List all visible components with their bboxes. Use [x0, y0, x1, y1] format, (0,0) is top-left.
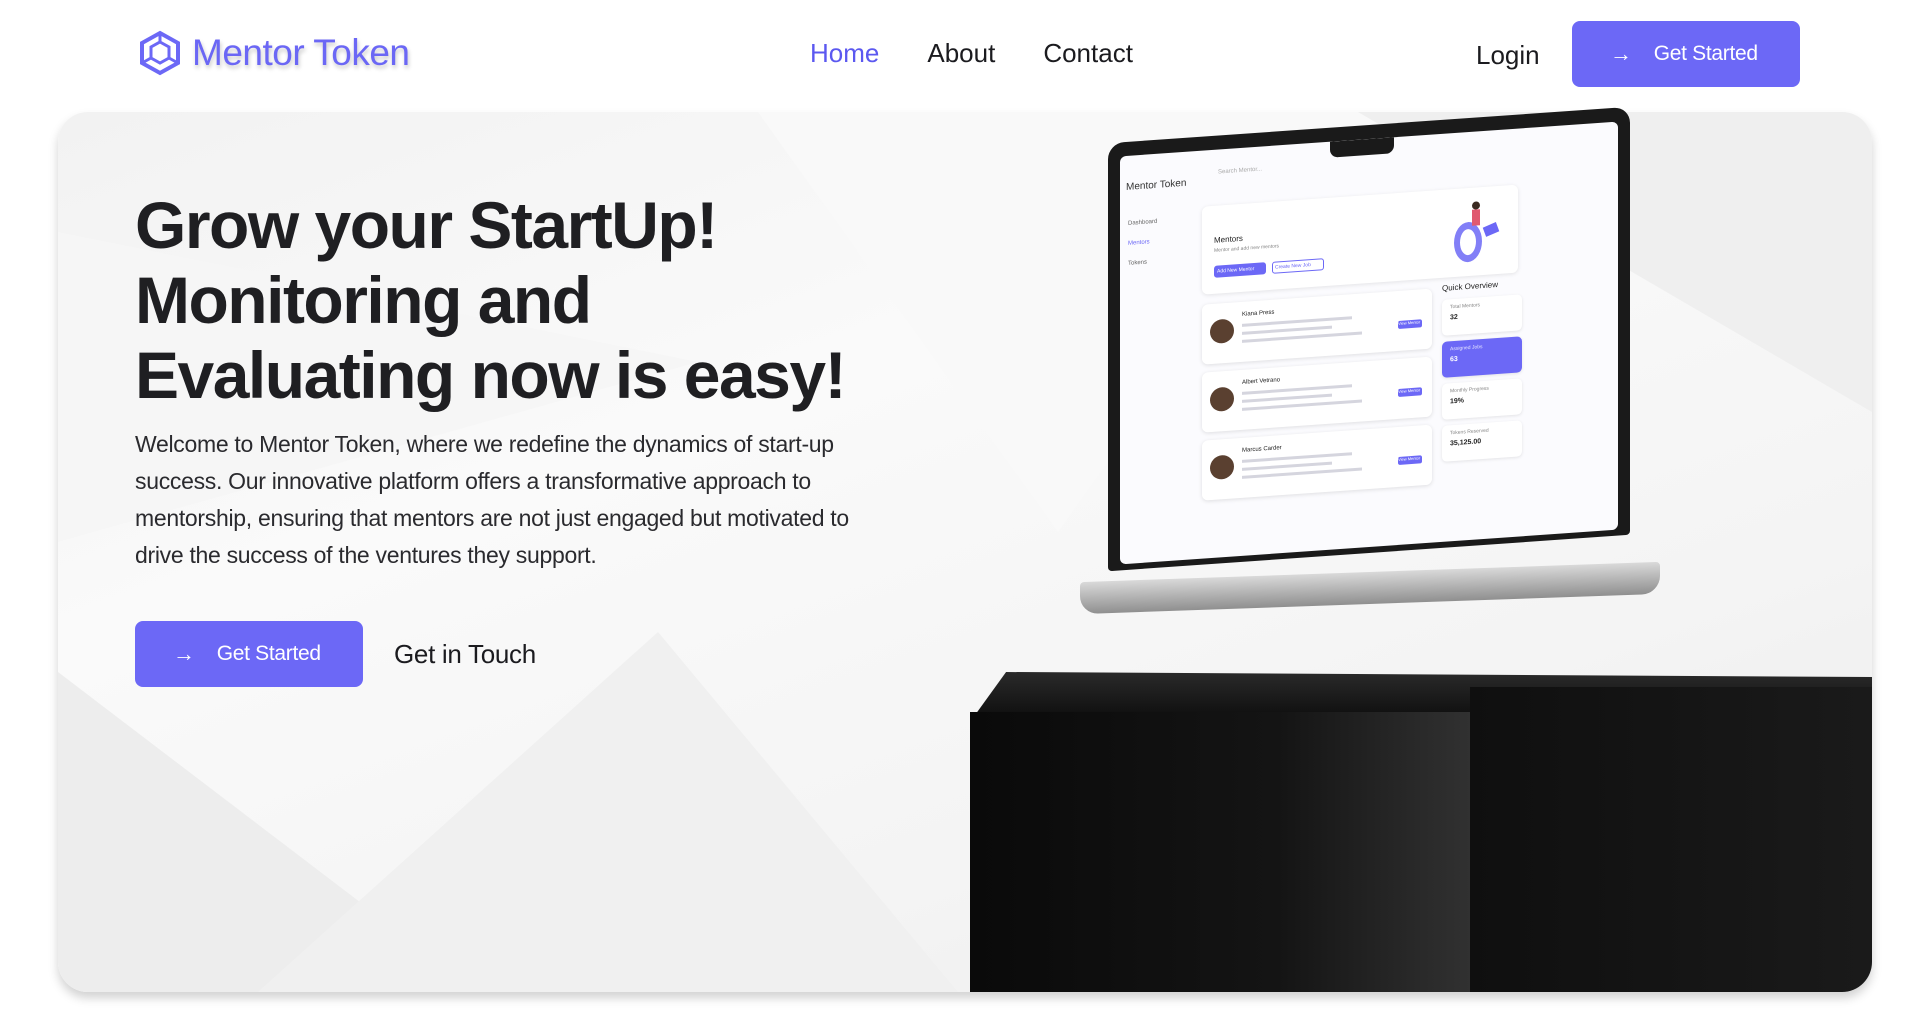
hero-description: Welcome to Mentor Token, where we redefi…	[135, 431, 849, 568]
mockup-sidebar-item: Mentors	[1128, 239, 1150, 247]
laptop-mockup: Mentor Token Search Mentor... Dashboard …	[1108, 106, 1630, 572]
main-nav: Home About Contact	[810, 38, 1133, 69]
button-label: Get Started	[216, 642, 321, 665]
mockup-view-button: View Mentor	[1398, 455, 1422, 465]
headline-line: Evaluating now is easy!	[135, 338, 847, 412]
stat-value: 32	[1450, 313, 1458, 322]
mockup-banner-title: Mentors	[1214, 233, 1243, 245]
mockup-stat: Monthly Progress 19%	[1442, 378, 1522, 420]
mockup-stat: Assigned Jobs 63	[1442, 336, 1522, 378]
mockup-sidebar-item: Tokens	[1128, 259, 1148, 267]
mockup-logo: Mentor Token	[1126, 177, 1187, 193]
stat-label: Monthly Progress	[1450, 385, 1489, 395]
arrow-right-icon: →	[173, 641, 195, 666]
header-get-started-button[interactable]: → Get Started	[1572, 21, 1800, 87]
button-label: Get Started	[1653, 42, 1758, 65]
stat-value: 35,125.00	[1450, 438, 1482, 448]
hexagon-logo-icon	[140, 30, 180, 76]
pedestal	[970, 712, 1530, 992]
mockup-stat: Tokens Reserved 35,125.00	[1442, 420, 1522, 462]
mockup-mentor-card: Kiana Press View Mentor	[1202, 288, 1432, 365]
laptop-lid: Mentor Token Search Mentor... Dashboard …	[1108, 106, 1630, 572]
mockup-banner: Mentors Mentor and add new mentors Add N…	[1202, 184, 1518, 295]
mockup-mentor-name: Marcus Carder	[1242, 445, 1282, 454]
mockup-view-button: View Mentor	[1398, 319, 1422, 329]
avatar	[1210, 386, 1234, 413]
stat-label: Assigned Jobs	[1450, 344, 1483, 353]
arrow-right-icon: →	[1610, 41, 1632, 66]
nav-about[interactable]: About	[927, 38, 995, 69]
mockup-stat: Total Mentors 32	[1442, 294, 1522, 336]
login-link[interactable]: Login	[1476, 40, 1540, 71]
headline-line: Grow your StartUp!	[135, 188, 718, 262]
laptop-notch	[1330, 137, 1394, 158]
stat-label: Total Mentors	[1450, 302, 1481, 311]
logo[interactable]: Mentor Token	[138, 30, 410, 76]
hero-headline: Grow your StartUp! Monitoring and Evalua…	[135, 188, 1035, 413]
mockup-search: Search Mentor...	[1218, 166, 1263, 176]
text-line	[1242, 316, 1352, 327]
stat-value: 19%	[1450, 397, 1465, 406]
headline-line: Monitoring and	[135, 263, 592, 337]
mockup-illustration	[1454, 201, 1500, 263]
mockup-mentor-card: Marcus Carder View Mentor	[1202, 424, 1432, 501]
nav-home[interactable]: Home	[810, 38, 879, 69]
mockup-mentor-name: Albert Vetrano	[1242, 377, 1281, 386]
mockup-mentor-card: Albert Vetrano View Mentor	[1202, 356, 1432, 433]
mockup-sidebar: Dashboard Mentors Tokens	[1128, 212, 1157, 274]
stat-value: 63	[1450, 355, 1458, 364]
get-in-touch-link[interactable]: Get in Touch	[394, 639, 536, 670]
mockup-sidebar-item: Dashboard	[1128, 218, 1158, 227]
text-line	[1242, 384, 1352, 395]
nav-contact[interactable]: Contact	[1043, 38, 1133, 69]
mockup-create-job-button: Create New Job	[1272, 258, 1324, 274]
text-line	[1242, 452, 1352, 463]
mockup-quick-overview: Quick Overview	[1442, 279, 1499, 293]
pedestal-side	[1470, 687, 1872, 992]
stat-label: Tokens Reserved	[1450, 427, 1489, 437]
mockup-banner-subtitle: Mentor and add new mentors	[1214, 243, 1280, 254]
site-header: Mentor Token Home About Contact Login → …	[0, 0, 1920, 110]
hero-get-started-button[interactable]: → Get Started	[135, 621, 363, 687]
laptop-screen: Mentor Token Search Mentor... Dashboard …	[1120, 121, 1618, 565]
mockup-view-button: View Mentor	[1398, 387, 1422, 397]
mockup-add-mentor-button: Add New Mentor	[1214, 262, 1266, 278]
mockup-mentor-name: Kiana Press	[1242, 309, 1275, 318]
avatar	[1210, 318, 1234, 345]
avatar	[1210, 454, 1234, 481]
brand-name: Mentor Token	[192, 32, 410, 73]
